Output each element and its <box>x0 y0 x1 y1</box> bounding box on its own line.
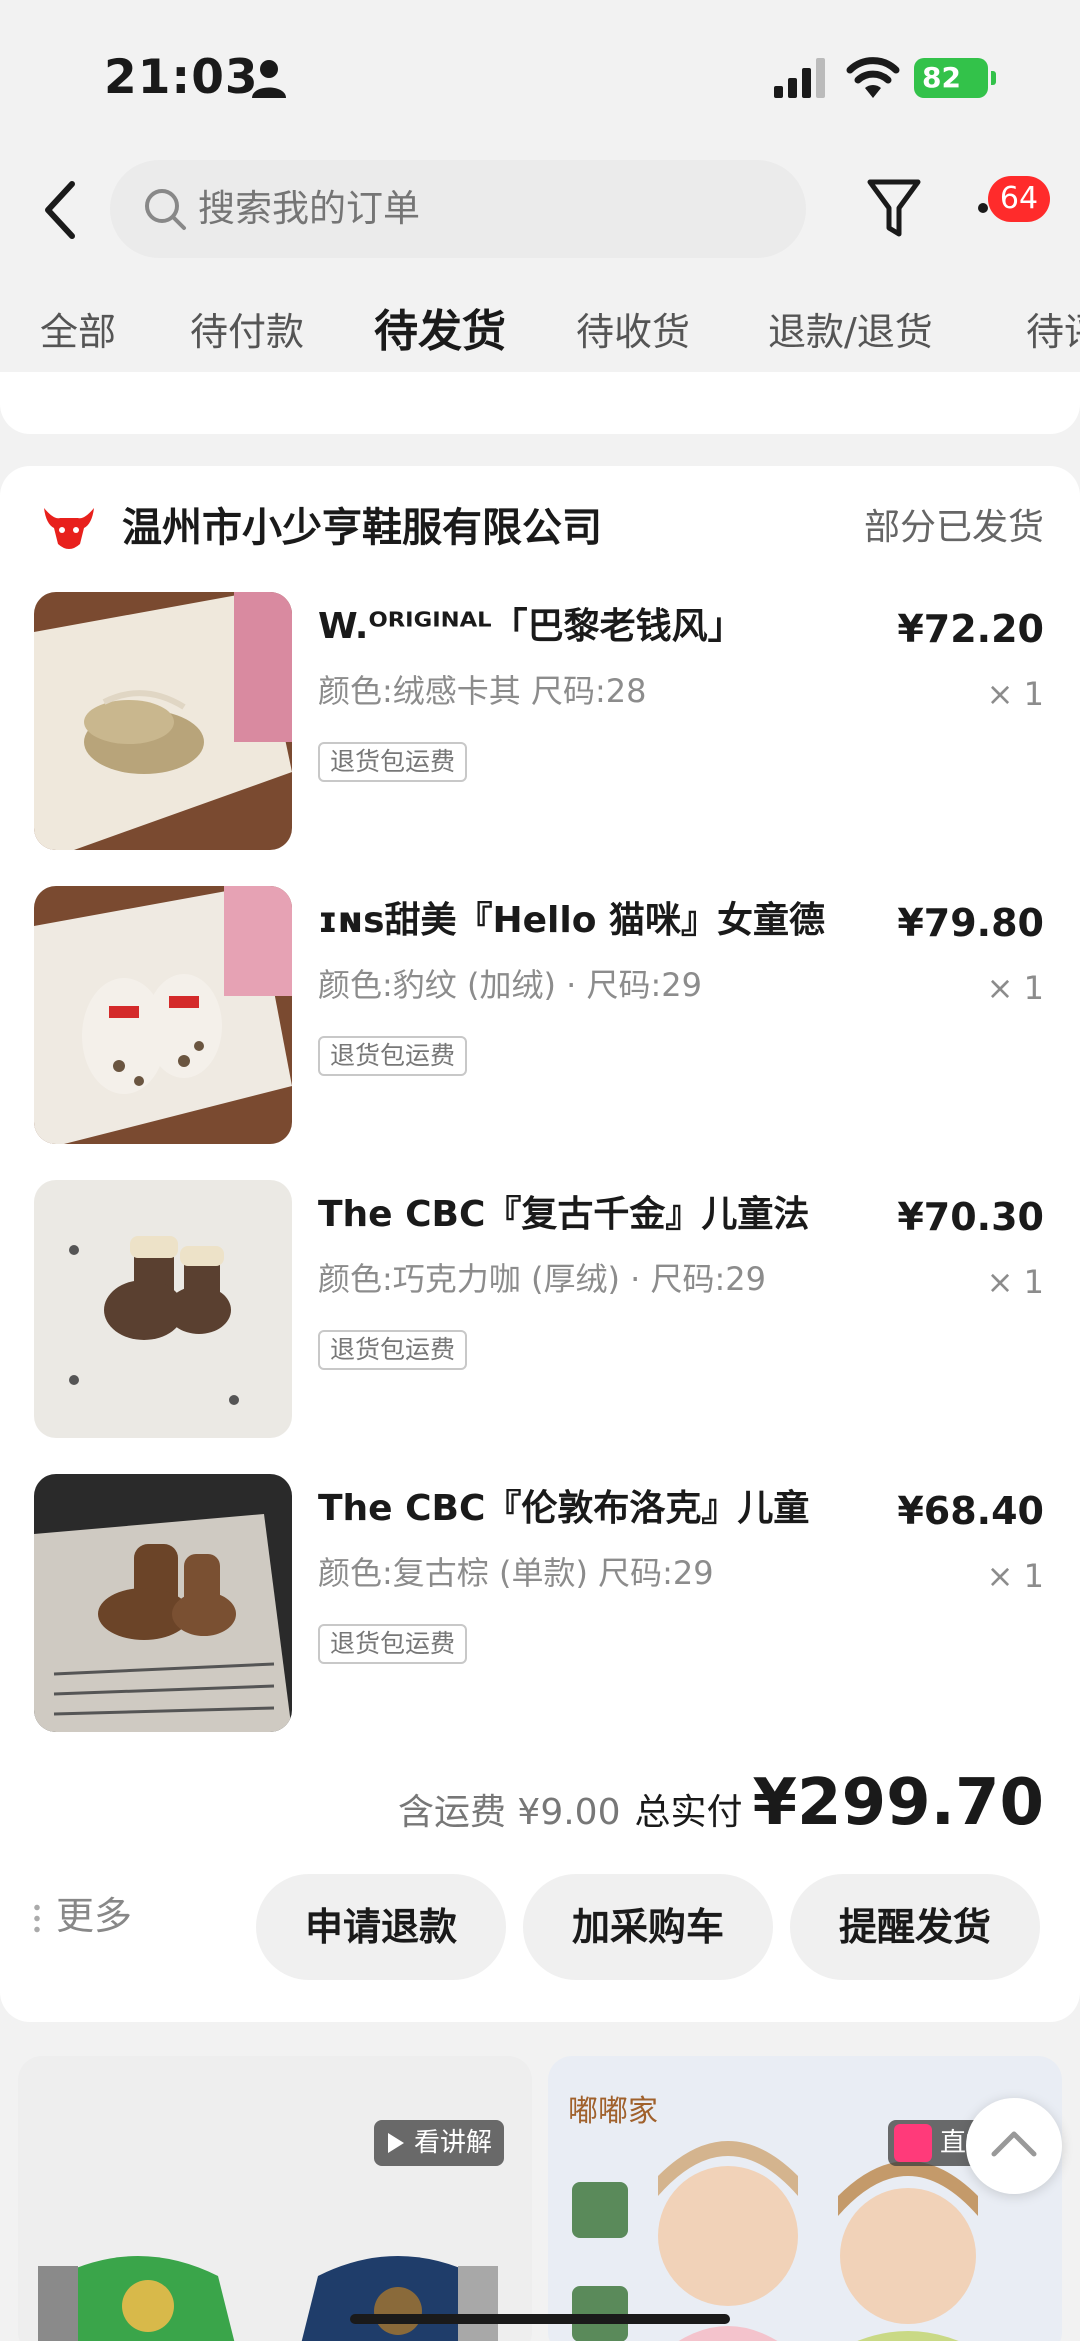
tab-refund[interactable]: 退款/退货 <box>768 292 933 372</box>
more-dots-icon <box>34 1901 40 1936</box>
product-spec: 颜色:豹纹 (加绒) · 尺码:29 <box>318 966 702 1004</box>
order-tabs: 全部 待付款 待发货 待收货 退款/退货 待评价 <box>0 292 1080 372</box>
product-spec: 颜色:复古棕 (单款) 尺码:29 <box>318 1554 714 1592</box>
shipping-fee: 含运费 ¥9.00 <box>397 1792 621 1833</box>
status-bar: 21:03 82 <box>0 0 1080 150</box>
return-shipping-tag: 退货包运费 <box>318 1624 468 1664</box>
product-image[interactable] <box>34 1180 292 1438</box>
product-title[interactable]: The CBC『伦敦布洛克』儿童 <box>318 1484 898 1534</box>
person-icon <box>252 60 286 98</box>
wifi-icon <box>846 57 900 98</box>
shop-name[interactable]: 温州市小少亨鞋服有限公司 <box>122 496 602 560</box>
product-image[interactable] <box>34 886 292 1144</box>
product-quantity: × 1 <box>986 1557 1044 1595</box>
battery-level: 82 <box>922 61 961 94</box>
shop-logo <box>44 508 94 549</box>
search-box[interactable] <box>110 160 806 258</box>
return-shipping-tag: 退货包运费 <box>318 1036 468 1076</box>
battery-indicator: 82 <box>914 58 996 98</box>
product-spec: 颜色:绒感卡其 尺码:28 <box>318 672 647 710</box>
product-price: ¥70.30 <box>897 1195 1044 1239</box>
chevron-up-icon <box>991 2131 1037 2157</box>
more-button[interactable]: 更多 <box>34 1876 132 1956</box>
tab-pending-shipment[interactable]: 待发货 <box>374 292 506 372</box>
product-spec: 颜色:巧克力咖 (厚绒) · 尺码:29 <box>318 1260 766 1298</box>
product-price: ¥72.20 <box>897 607 1044 651</box>
message-dot[interactable] <box>978 203 988 213</box>
product-quantity: × 1 <box>986 1263 1044 1301</box>
return-shipping-tag: 退货包运费 <box>318 1330 468 1370</box>
order-item[interactable]: ɪɴs甜美『Hello 猫咪』女童德 颜色:豹纹 (加绒) · 尺码:29 退货… <box>0 886 1080 1146</box>
search-icon <box>145 189 186 230</box>
product-price: ¥79.80 <box>897 901 1044 945</box>
previous-order-card <box>0 372 1080 434</box>
home-indicator <box>350 2314 730 2324</box>
status-time: 21:03 <box>104 50 259 105</box>
product-title[interactable]: ɪɴs甜美『Hello 猫咪』女童德 <box>318 896 898 946</box>
order-item[interactable]: The CBC『伦敦布洛克』儿童 颜色:复古棕 (单款) 尺码:29 退货包运费… <box>0 1474 1080 1734</box>
live-icon <box>894 2124 932 2162</box>
tab-pending-payment[interactable]: 待付款 <box>190 292 304 372</box>
return-shipping-tag: 退货包运费 <box>318 742 468 782</box>
tab-pending-review[interactable]: 待评价 <box>1026 292 1080 372</box>
product-image[interactable] <box>34 592 292 850</box>
message-count-badge[interactable]: 64 <box>988 176 1050 222</box>
back-icon[interactable] <box>38 170 86 250</box>
recommend-image <box>38 2256 498 2341</box>
total-label: 总实付 <box>634 1792 743 1833</box>
order-item[interactable]: The CBC『复古千金』儿童法 颜色:巧克力咖 (厚绒) · 尺码:29 退货… <box>0 1180 1080 1440</box>
more-label: 更多 <box>56 1894 133 1938</box>
signal-icon <box>774 58 825 98</box>
product-quantity: × 1 <box>986 675 1044 713</box>
order-status: 部分已发货 <box>863 507 1044 548</box>
product-image[interactable] <box>34 1474 292 1732</box>
tab-pending-receipt[interactable]: 待收货 <box>576 292 690 372</box>
scroll-to-top-button[interactable] <box>966 2098 1062 2194</box>
product-title[interactable]: The CBC『复古千金』儿童法 <box>318 1190 898 1240</box>
order-summary: 含运费 ¥9.00 总实付 ¥299.70 <box>398 1766 1044 1846</box>
product-price: ¥68.40 <box>897 1489 1044 1533</box>
tab-all[interactable]: 全部 <box>40 292 116 372</box>
filter-icon[interactable] <box>866 176 922 240</box>
remind-shipment-button[interactable]: 提醒发货 <box>790 1874 1040 1980</box>
total-amount: ¥299.70 <box>752 1766 1045 1840</box>
recommend-card[interactable]: 看讲解 <box>18 2056 532 2341</box>
search-input[interactable] <box>198 160 758 258</box>
add-to-purchase-cart-button[interactable]: 加采购车 <box>523 1874 773 1980</box>
order-item[interactable]: W.ᴼᴿᴵᴳᴵᴺᴬᴸ「巴黎老钱风」 颜色:绒感卡其 尺码:28 退货包运费 ¥7… <box>0 592 1080 852</box>
product-quantity: × 1 <box>986 969 1044 1007</box>
video-explain-badge[interactable]: 看讲解 <box>374 2120 505 2166</box>
order-card[interactable]: 温州市小少亨鞋服有限公司 部分已发货 W.ᴼᴿᴵᴳᴵᴺᴬᴸ「巴黎老钱风」 颜色:… <box>0 466 1080 2022</box>
apply-refund-button[interactable]: 申请退款 <box>256 1874 506 1980</box>
brand-name: 嘟嘟家 <box>568 2094 658 2129</box>
product-title[interactable]: W.ᴼᴿᴵᴳᴵᴺᴬᴸ「巴黎老钱风」 <box>318 602 898 652</box>
